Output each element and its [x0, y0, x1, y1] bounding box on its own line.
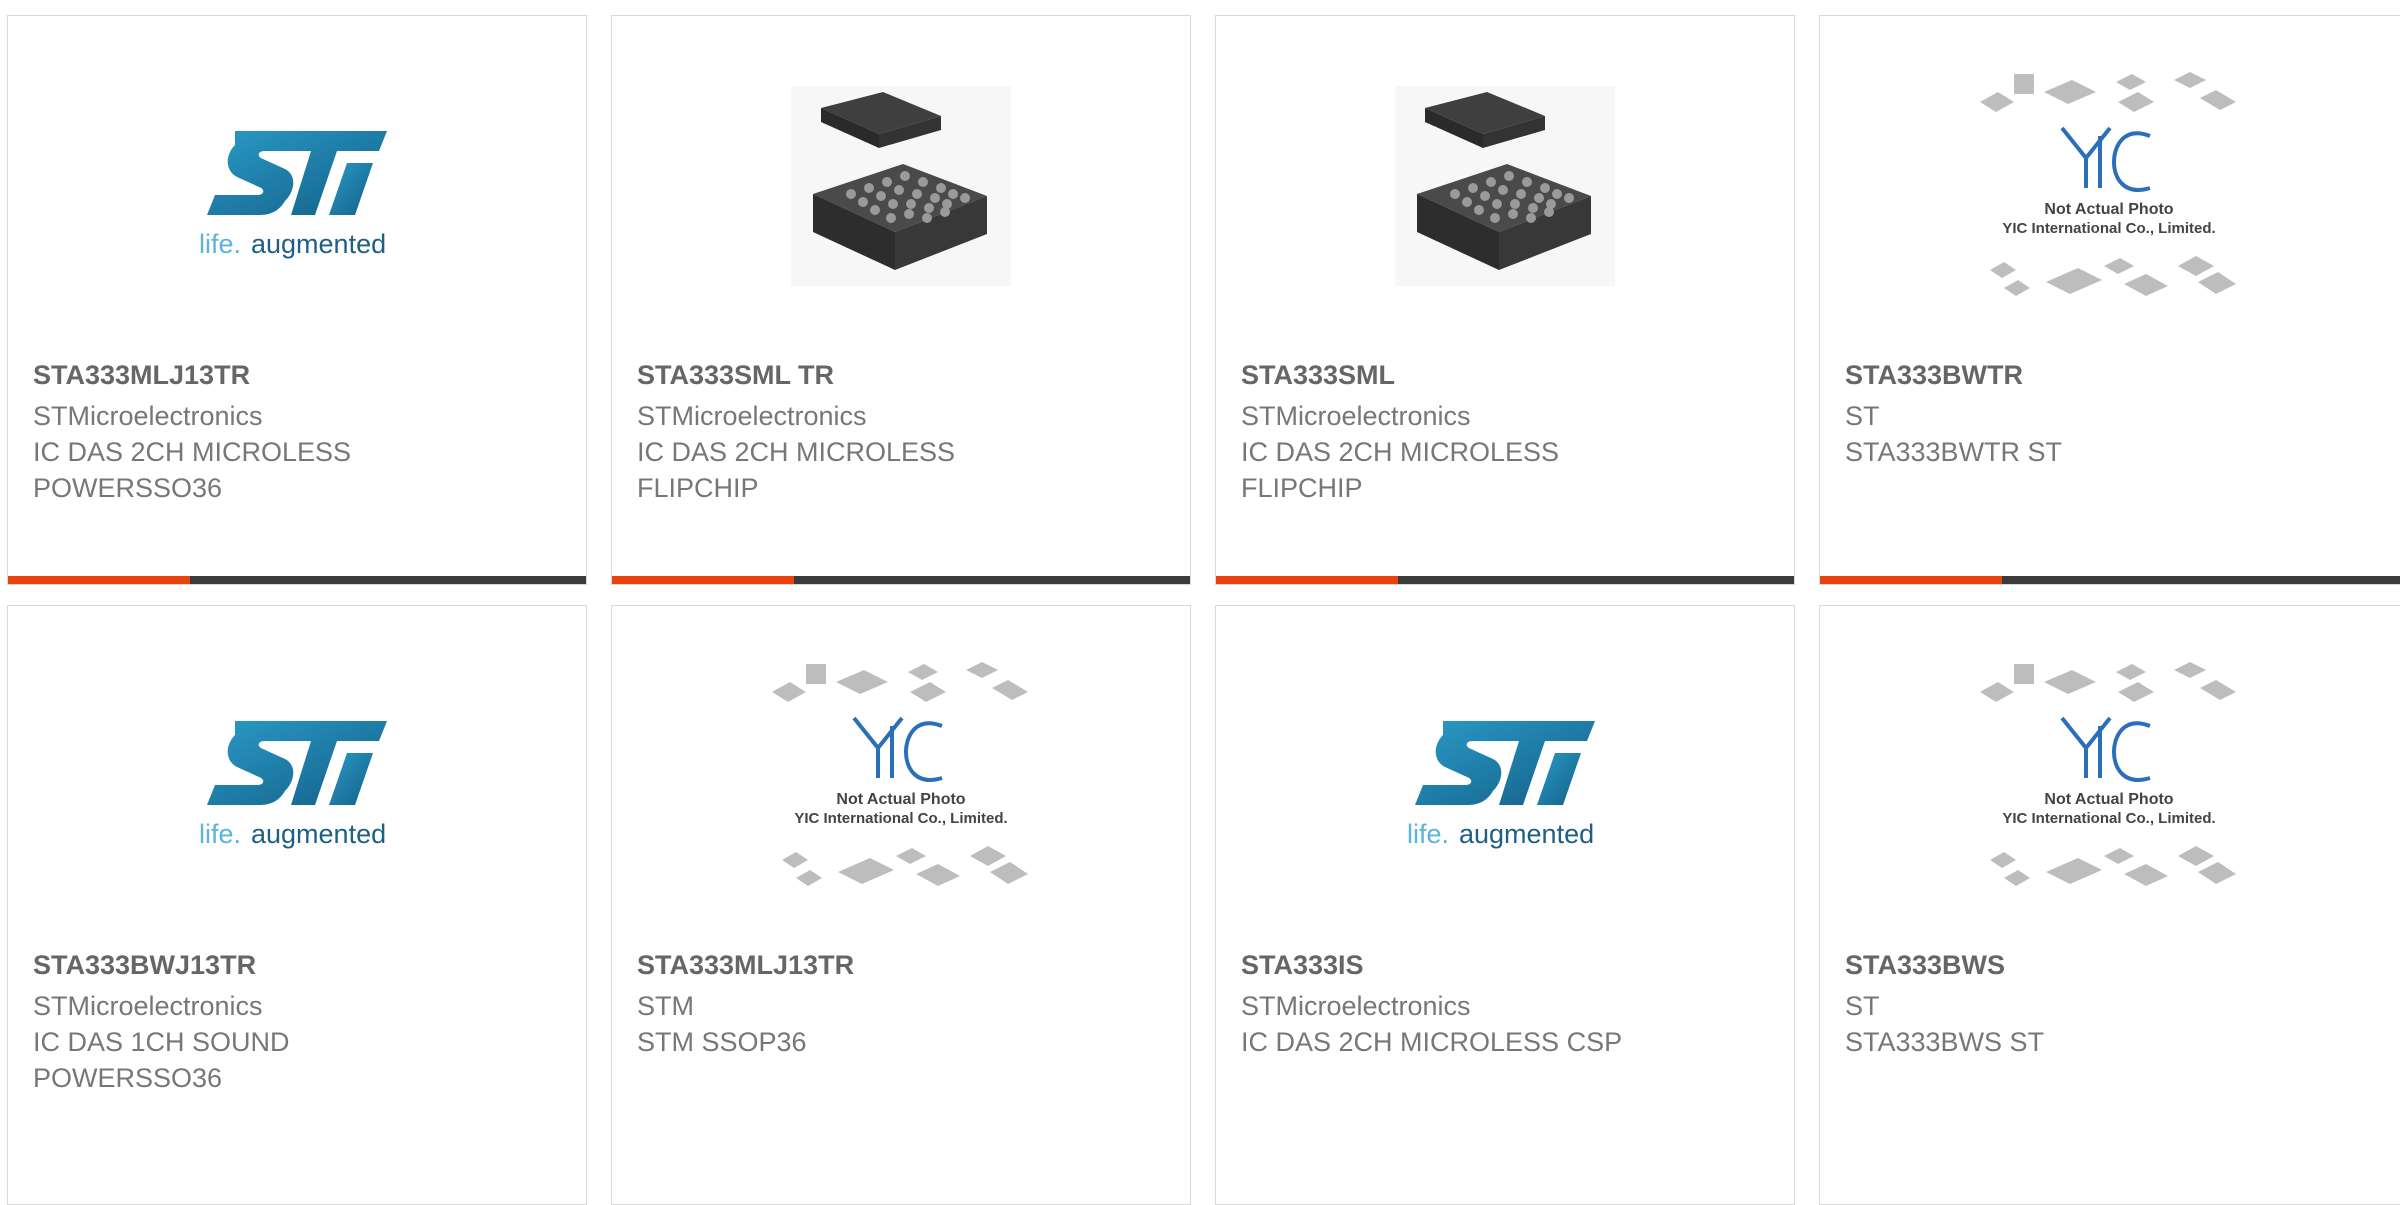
svg-text:augmented: augmented	[251, 229, 386, 259]
description: STM SSOP36	[637, 1027, 807, 1057]
st-logo-icon: life. augmented	[1407, 721, 1595, 849]
product-card[interactable]: Not Actual Photo YIC International Co., …	[1819, 605, 2400, 1205]
product-card[interactable]: STA333SML TR STMicroelectronics IC DAS 2…	[611, 15, 1191, 585]
card-accent-bar	[1216, 576, 1398, 584]
description: STA333BWS ST	[1845, 1027, 2045, 1057]
manufacturer: ST	[1845, 401, 1880, 431]
card-bottom-bar	[612, 576, 1190, 584]
product-image[interactable]: life. augmented	[8, 606, 586, 946]
svg-text:YIC International Co., Limited: YIC International Co., Limited.	[794, 810, 1007, 827]
product-image[interactable]: life. augmented	[1216, 606, 1794, 946]
st-logo-icon: life. augmented	[199, 131, 387, 259]
svg-text:life.: life.	[199, 229, 241, 259]
product-card[interactable]: life. augmented STA333MLJ13TR STMicroele…	[7, 15, 587, 585]
yic-placeholder-icon: Not Actual Photo YIC International Co., …	[772, 662, 1028, 886]
product-card[interactable]: Not Actual Photo YIC International Co., …	[1819, 15, 2400, 585]
part-number[interactable]: STA333SML	[1241, 359, 1774, 392]
svg-text:augmented: augmented	[1459, 819, 1594, 849]
svg-text:YIC International Co., Limited: YIC International Co., Limited.	[2002, 220, 2215, 237]
manufacturer: STMicroelectronics	[33, 401, 263, 431]
svg-text:augmented: augmented	[251, 819, 386, 849]
manufacturer: STMicroelectronics	[33, 991, 263, 1021]
product-image[interactable]: Not Actual Photo YIC International Co., …	[1820, 606, 2398, 946]
description: STA333BWTR ST	[1845, 437, 2063, 467]
card-bottom-bar	[1820, 576, 2400, 584]
product-card[interactable]: life. augmented STA333BWJ13TR STMicroele…	[7, 605, 587, 1205]
part-number[interactable]: STA333MLJ13TR	[33, 359, 566, 392]
card-accent-bar	[1820, 576, 2002, 584]
description: IC DAS 2CH MICROLESS FLIPCHIP	[637, 437, 956, 503]
card-accent-bar	[8, 576, 190, 584]
product-image[interactable]	[1216, 16, 1794, 356]
part-number[interactable]: STA333BWS	[1845, 949, 2388, 982]
manufacturer: STMicroelectronics	[1241, 401, 1471, 431]
svg-text:Not Actual Photo: Not Actual Photo	[2044, 201, 2173, 218]
chip-package-icon	[1395, 86, 1615, 286]
product-card[interactable]: life. augmented STA333IS STMicroelectron…	[1215, 605, 1795, 1205]
product-image[interactable]	[612, 16, 1190, 356]
svg-text:life.: life.	[199, 819, 241, 849]
chip-package-icon	[791, 86, 1011, 286]
svg-text:Not Actual Photo: Not Actual Photo	[2044, 791, 2173, 808]
part-number[interactable]: STA333BWTR	[1845, 359, 2388, 392]
product-image[interactable]: Not Actual Photo YIC International Co., …	[1820, 16, 2398, 356]
product-image[interactable]: Not Actual Photo YIC International Co., …	[612, 606, 1190, 946]
part-number[interactable]: STA333MLJ13TR	[637, 949, 1170, 982]
svg-text:YIC International Co., Limited: YIC International Co., Limited.	[2002, 810, 2215, 827]
product-card[interactable]: STA333SML STMicroelectronics IC DAS 2CH …	[1215, 15, 1795, 585]
manufacturer: STM	[637, 991, 694, 1021]
part-number[interactable]: STA333SML TR	[637, 359, 1170, 392]
card-bottom-bar	[8, 576, 586, 584]
st-logo-icon: life. augmented	[199, 721, 387, 849]
description: IC DAS 2CH MICROLESS FLIPCHIP	[1241, 437, 1560, 503]
yic-placeholder-icon: Not Actual Photo YIC International Co., …	[1980, 662, 2236, 886]
description: IC DAS 1CH SOUND POWERSSO36	[33, 1027, 290, 1093]
svg-text:Not Actual Photo: Not Actual Photo	[836, 791, 965, 808]
product-card[interactable]: Not Actual Photo YIC International Co., …	[611, 605, 1191, 1205]
manufacturer: STMicroelectronics	[1241, 991, 1471, 1021]
product-image[interactable]: life. augmented	[8, 16, 586, 356]
svg-text:life.: life.	[1407, 819, 1449, 849]
part-number[interactable]: STA333BWJ13TR	[33, 949, 566, 982]
manufacturer: ST	[1845, 991, 1880, 1021]
card-bottom-bar	[1216, 576, 1794, 584]
card-accent-bar	[612, 576, 794, 584]
manufacturer: STMicroelectronics	[637, 401, 867, 431]
description: IC DAS 2CH MICROLESS CSP	[1241, 1027, 1623, 1057]
description: IC DAS 2CH MICROLESS POWERSSO36	[33, 437, 352, 503]
yic-placeholder-icon: Not Actual Photo YIC International Co., …	[1980, 72, 2236, 296]
part-number[interactable]: STA333IS	[1241, 949, 1774, 982]
